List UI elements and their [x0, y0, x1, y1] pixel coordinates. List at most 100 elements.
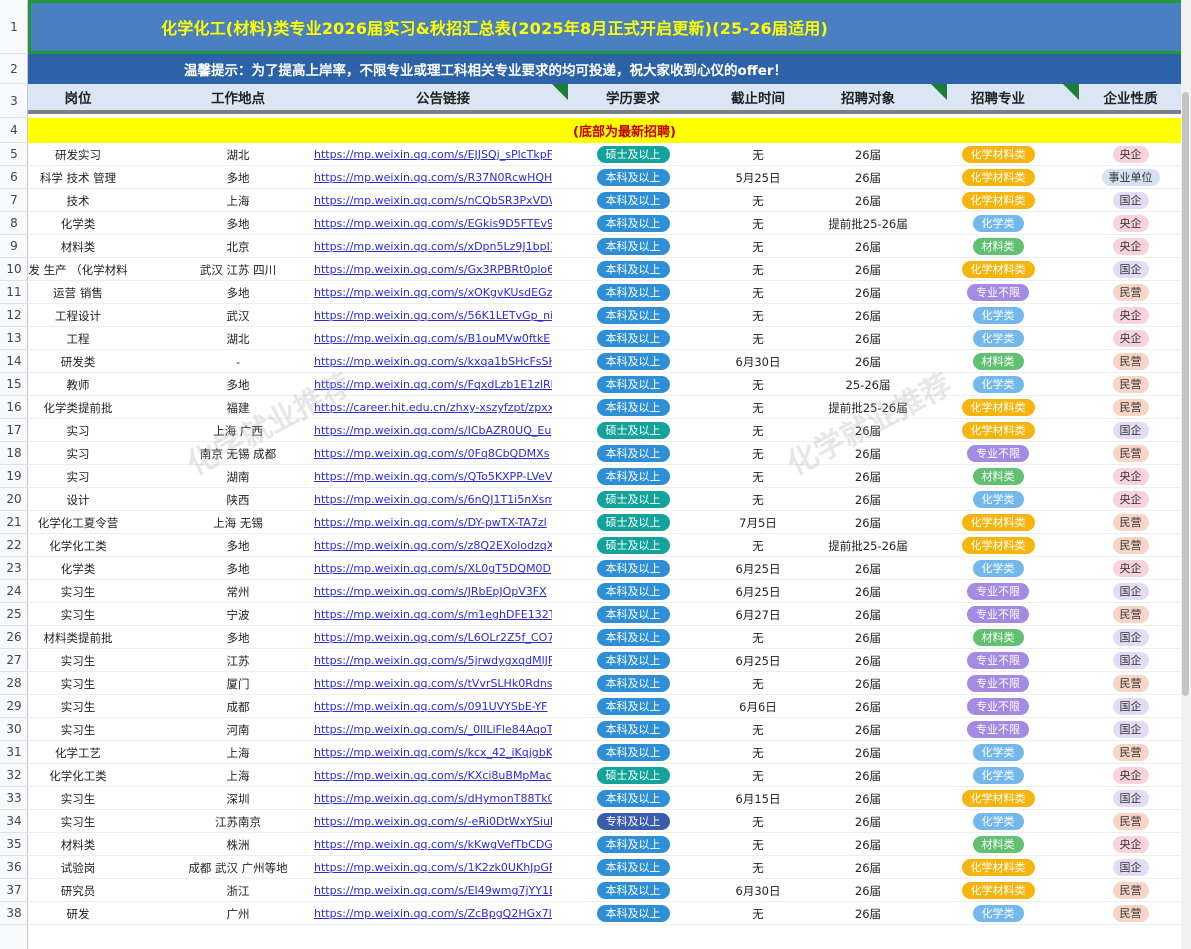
education-cell[interactable]: 硕士及以上 — [578, 488, 688, 511]
row-number[interactable]: 5 — [0, 143, 28, 166]
major-cell[interactable]: 化学材料类 — [948, 396, 1048, 419]
target-cell[interactable]: 26届 — [818, 166, 918, 189]
enterprise-cell[interactable]: 央企 — [1078, 143, 1183, 166]
target-cell[interactable]: 26届 — [818, 580, 918, 603]
announcement-link[interactable]: https://mp.weixin.qq.com/s/56K1LETvGp_ni — [314, 304, 552, 327]
row-number[interactable]: 14 — [0, 350, 28, 373]
education-cell[interactable]: 本科及以上 — [578, 465, 688, 488]
education-cell[interactable]: 本科及以上 — [578, 626, 688, 649]
enterprise-cell[interactable]: 民营 — [1078, 810, 1183, 833]
target-cell[interactable]: 26届 — [818, 488, 918, 511]
announcement-link[interactable]: https://mp.weixin.qq.com/s/091UVYSbE-YF — [314, 695, 552, 718]
enterprise-cell[interactable]: 民营 — [1078, 350, 1183, 373]
enterprise-cell[interactable]: 央企 — [1078, 833, 1183, 856]
deadline-cell[interactable]: 无 — [708, 419, 808, 442]
tip-cell[interactable]: 温馨提示：为了提高上岸率，不限专业或理工科相关专业要求的均可投递，祝大家收到心仪… — [28, 54, 1191, 84]
education-cell[interactable]: 本科及以上 — [578, 373, 688, 396]
location-cell[interactable]: 多地 — [168, 212, 308, 235]
target-cell[interactable]: 26届 — [818, 350, 918, 373]
location-cell[interactable]: 武汉 江苏 四川 — [168, 258, 308, 281]
location-cell[interactable]: 北京 — [168, 235, 308, 258]
job-cell[interactable]: 实习生 — [28, 603, 128, 626]
row-number[interactable]: 28 — [0, 672, 28, 695]
education-cell[interactable]: 硕士及以上 — [578, 764, 688, 787]
row-number[interactable]: 13 — [0, 327, 28, 350]
education-cell[interactable]: 专科及以上 — [578, 810, 688, 833]
job-cell[interactable]: 材料类 — [28, 235, 128, 258]
education-cell[interactable]: 本科及以上 — [578, 327, 688, 350]
enterprise-cell[interactable]: 国企 — [1078, 649, 1183, 672]
major-cell[interactable]: 化学材料类 — [948, 166, 1048, 189]
target-cell[interactable]: 26届 — [818, 879, 918, 902]
header-education[interactable]: 学历要求 — [578, 84, 688, 110]
row-number[interactable]: 36 — [0, 856, 28, 879]
education-cell[interactable]: 本科及以上 — [578, 741, 688, 764]
location-cell[interactable]: 多地 — [168, 557, 308, 580]
enterprise-cell[interactable]: 国企 — [1078, 695, 1183, 718]
job-cell[interactable]: 教师 — [28, 373, 128, 396]
major-cell[interactable]: 化学材料类 — [948, 258, 1048, 281]
enterprise-cell[interactable]: 央企 — [1078, 304, 1183, 327]
job-cell[interactable]: 工程 — [28, 327, 128, 350]
location-cell[interactable]: 多地 — [168, 626, 308, 649]
location-cell[interactable]: 宁波 — [168, 603, 308, 626]
enterprise-cell[interactable]: 央企 — [1078, 488, 1183, 511]
education-cell[interactable]: 本科及以上 — [578, 442, 688, 465]
enterprise-cell[interactable]: 民营 — [1078, 902, 1183, 925]
deadline-cell[interactable]: 无 — [708, 281, 808, 304]
job-cell[interactable]: 实习生 — [28, 695, 128, 718]
major-cell[interactable]: 化学类 — [948, 557, 1048, 580]
announcement-link[interactable]: https://mp.weixin.qq.com/s/m1eghDFE132T — [314, 603, 552, 626]
major-cell[interactable]: 化学材料类 — [948, 143, 1048, 166]
job-cell[interactable]: 化学化工夏令营 — [28, 511, 128, 534]
row-number[interactable]: 31 — [0, 741, 28, 764]
major-cell[interactable]: 专业不限 — [948, 442, 1048, 465]
announcement-link[interactable]: https://mp.weixin.qq.com/s/kxqa1bSHcFsSH — [314, 350, 552, 373]
row-number[interactable]: 21 — [0, 511, 28, 534]
target-cell[interactable]: 26届 — [818, 557, 918, 580]
major-cell[interactable]: 专业不限 — [948, 603, 1048, 626]
deadline-cell[interactable]: 无 — [708, 396, 808, 419]
location-cell[interactable]: 河南 — [168, 718, 308, 741]
deadline-cell[interactable]: 6月30日 — [708, 350, 808, 373]
major-cell[interactable]: 化学材料类 — [948, 534, 1048, 557]
announcement-link[interactable]: https://mp.weixin.qq.com/s/JRbEpJOpV3FX — [314, 580, 552, 603]
job-cell[interactable]: 研发 生产 （化学材料） — [28, 258, 128, 281]
row-number[interactable]: 19 — [0, 465, 28, 488]
education-cell[interactable]: 本科及以上 — [578, 258, 688, 281]
deadline-cell[interactable]: 无 — [708, 212, 808, 235]
row-number[interactable]: 15 — [0, 373, 28, 396]
location-cell[interactable]: 陕西 — [168, 488, 308, 511]
scrollbar-thumb[interactable] — [1182, 92, 1189, 696]
job-cell[interactable]: 研发实习 — [28, 143, 128, 166]
vertical-scrollbar[interactable] — [1181, 0, 1191, 949]
deadline-cell[interactable]: 无 — [708, 856, 808, 879]
announcement-link[interactable]: https://mp.weixin.qq.com/s/xDpn5Lz9J1bpI… — [314, 235, 552, 258]
education-cell[interactable]: 本科及以上 — [578, 235, 688, 258]
enterprise-cell[interactable]: 国企 — [1078, 580, 1183, 603]
major-cell[interactable]: 材料类 — [948, 350, 1048, 373]
header-link[interactable]: 公告链接 — [318, 84, 568, 110]
row-number[interactable]: 20 — [0, 488, 28, 511]
announcement-link[interactable]: https://mp.weixin.qq.com/s/XL0gT5DQM0D — [314, 557, 552, 580]
deadline-cell[interactable]: 无 — [708, 258, 808, 281]
announcement-link[interactable]: https://mp.weixin.qq.com/s/tVvrSLHk0Rdns… — [314, 672, 552, 695]
announcement-link[interactable]: https://mp.weixin.qq.com/s/FqxdLzb1E1zlR… — [314, 373, 552, 396]
location-cell[interactable]: 深圳 — [168, 787, 308, 810]
education-cell[interactable]: 硕士及以上 — [578, 534, 688, 557]
deadline-cell[interactable]: 无 — [708, 488, 808, 511]
major-cell[interactable]: 化学材料类 — [948, 856, 1048, 879]
enterprise-cell[interactable]: 国企 — [1078, 856, 1183, 879]
job-cell[interactable]: 实习生 — [28, 672, 128, 695]
announcement-link[interactable]: https://mp.weixin.qq.com/s/ICbAZR0UQ_Eu — [314, 419, 552, 442]
deadline-cell[interactable]: 6月25日 — [708, 580, 808, 603]
enterprise-cell[interactable]: 民营 — [1078, 672, 1183, 695]
enterprise-cell[interactable]: 民营 — [1078, 603, 1183, 626]
row-number[interactable]: 18 — [0, 442, 28, 465]
row-number[interactable]: 25 — [0, 603, 28, 626]
enterprise-cell[interactable]: 国企 — [1078, 258, 1183, 281]
job-cell[interactable]: 技术 — [28, 189, 128, 212]
row-number[interactable]: 3 — [0, 84, 28, 118]
deadline-cell[interactable]: 6月15日 — [708, 787, 808, 810]
location-cell[interactable]: 江苏 — [168, 649, 308, 672]
